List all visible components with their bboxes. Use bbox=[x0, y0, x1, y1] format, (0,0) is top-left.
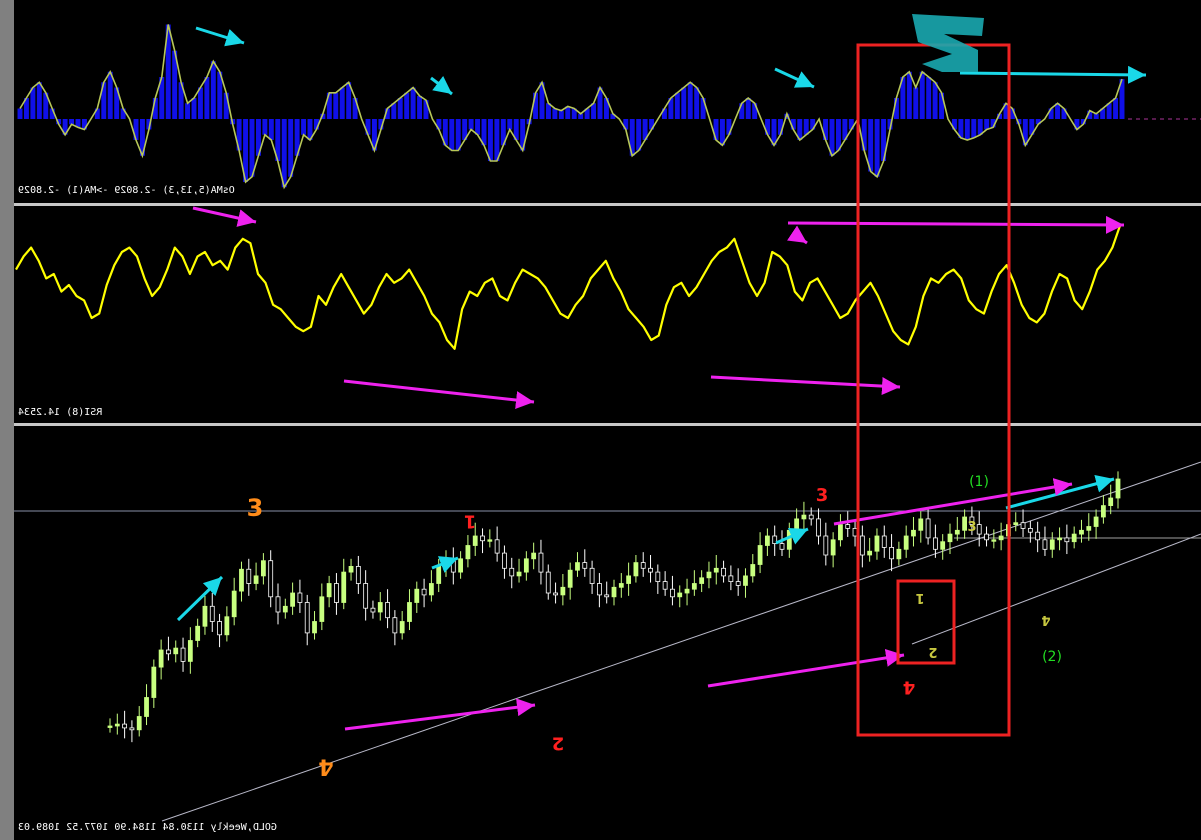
magenta-arrow-price-1 bbox=[344, 698, 536, 731]
cyan-arrow-osma-4 bbox=[959, 65, 1147, 84]
magenta-arrow-rsi-2 bbox=[343, 379, 535, 409]
cyan-arrow-price-2 bbox=[431, 556, 459, 573]
highlight-box-small bbox=[896, 579, 956, 665]
wave-label: 3 bbox=[247, 494, 264, 522]
wave-label: 2 bbox=[552, 732, 565, 753]
wave-label: 2 bbox=[928, 644, 937, 659]
magenta-arrow-rsi-5 bbox=[787, 225, 808, 245]
chart-window: OsMA(5,13,3) -2.8029 ->MA(1) -2.8029 RSI… bbox=[0, 0, 1201, 840]
wave-label: 3 bbox=[816, 485, 829, 506]
cyan-arrow-osma-2 bbox=[430, 75, 453, 96]
annotation-overlay: 3 4 1 2 3 4 (1) (2) 1 2 3 4 bbox=[176, 14, 1147, 779]
magenta-arrow-price-2 bbox=[707, 648, 905, 688]
magenta-arrow-rsi-1 bbox=[192, 206, 257, 227]
magenta-arrow-rsi-3 bbox=[710, 375, 901, 396]
logo-shape bbox=[912, 14, 984, 72]
wave-label: 1 bbox=[464, 510, 477, 531]
wave-label: 3 bbox=[967, 520, 976, 535]
wave-label: 4 bbox=[318, 754, 333, 779]
magenta-arrow-rsi-4 bbox=[787, 215, 1125, 234]
highlight-box-large bbox=[856, 43, 1011, 737]
logo-mark bbox=[912, 14, 984, 72]
wave-label: 4 bbox=[1041, 612, 1050, 627]
magenta-arrow-price-3 bbox=[833, 478, 1073, 526]
cyan-arrow-osma-3 bbox=[774, 67, 815, 89]
wave-label: (2) bbox=[1042, 649, 1062, 665]
wave-label: 1 bbox=[915, 590, 924, 605]
wave-label: 4 bbox=[903, 676, 916, 697]
cyan-arrow-osma-1 bbox=[195, 26, 245, 47]
cyan-arrow-price-3 bbox=[775, 527, 809, 545]
cyan-arrow-price-1 bbox=[176, 575, 224, 622]
wave-label: (1) bbox=[969, 474, 989, 490]
